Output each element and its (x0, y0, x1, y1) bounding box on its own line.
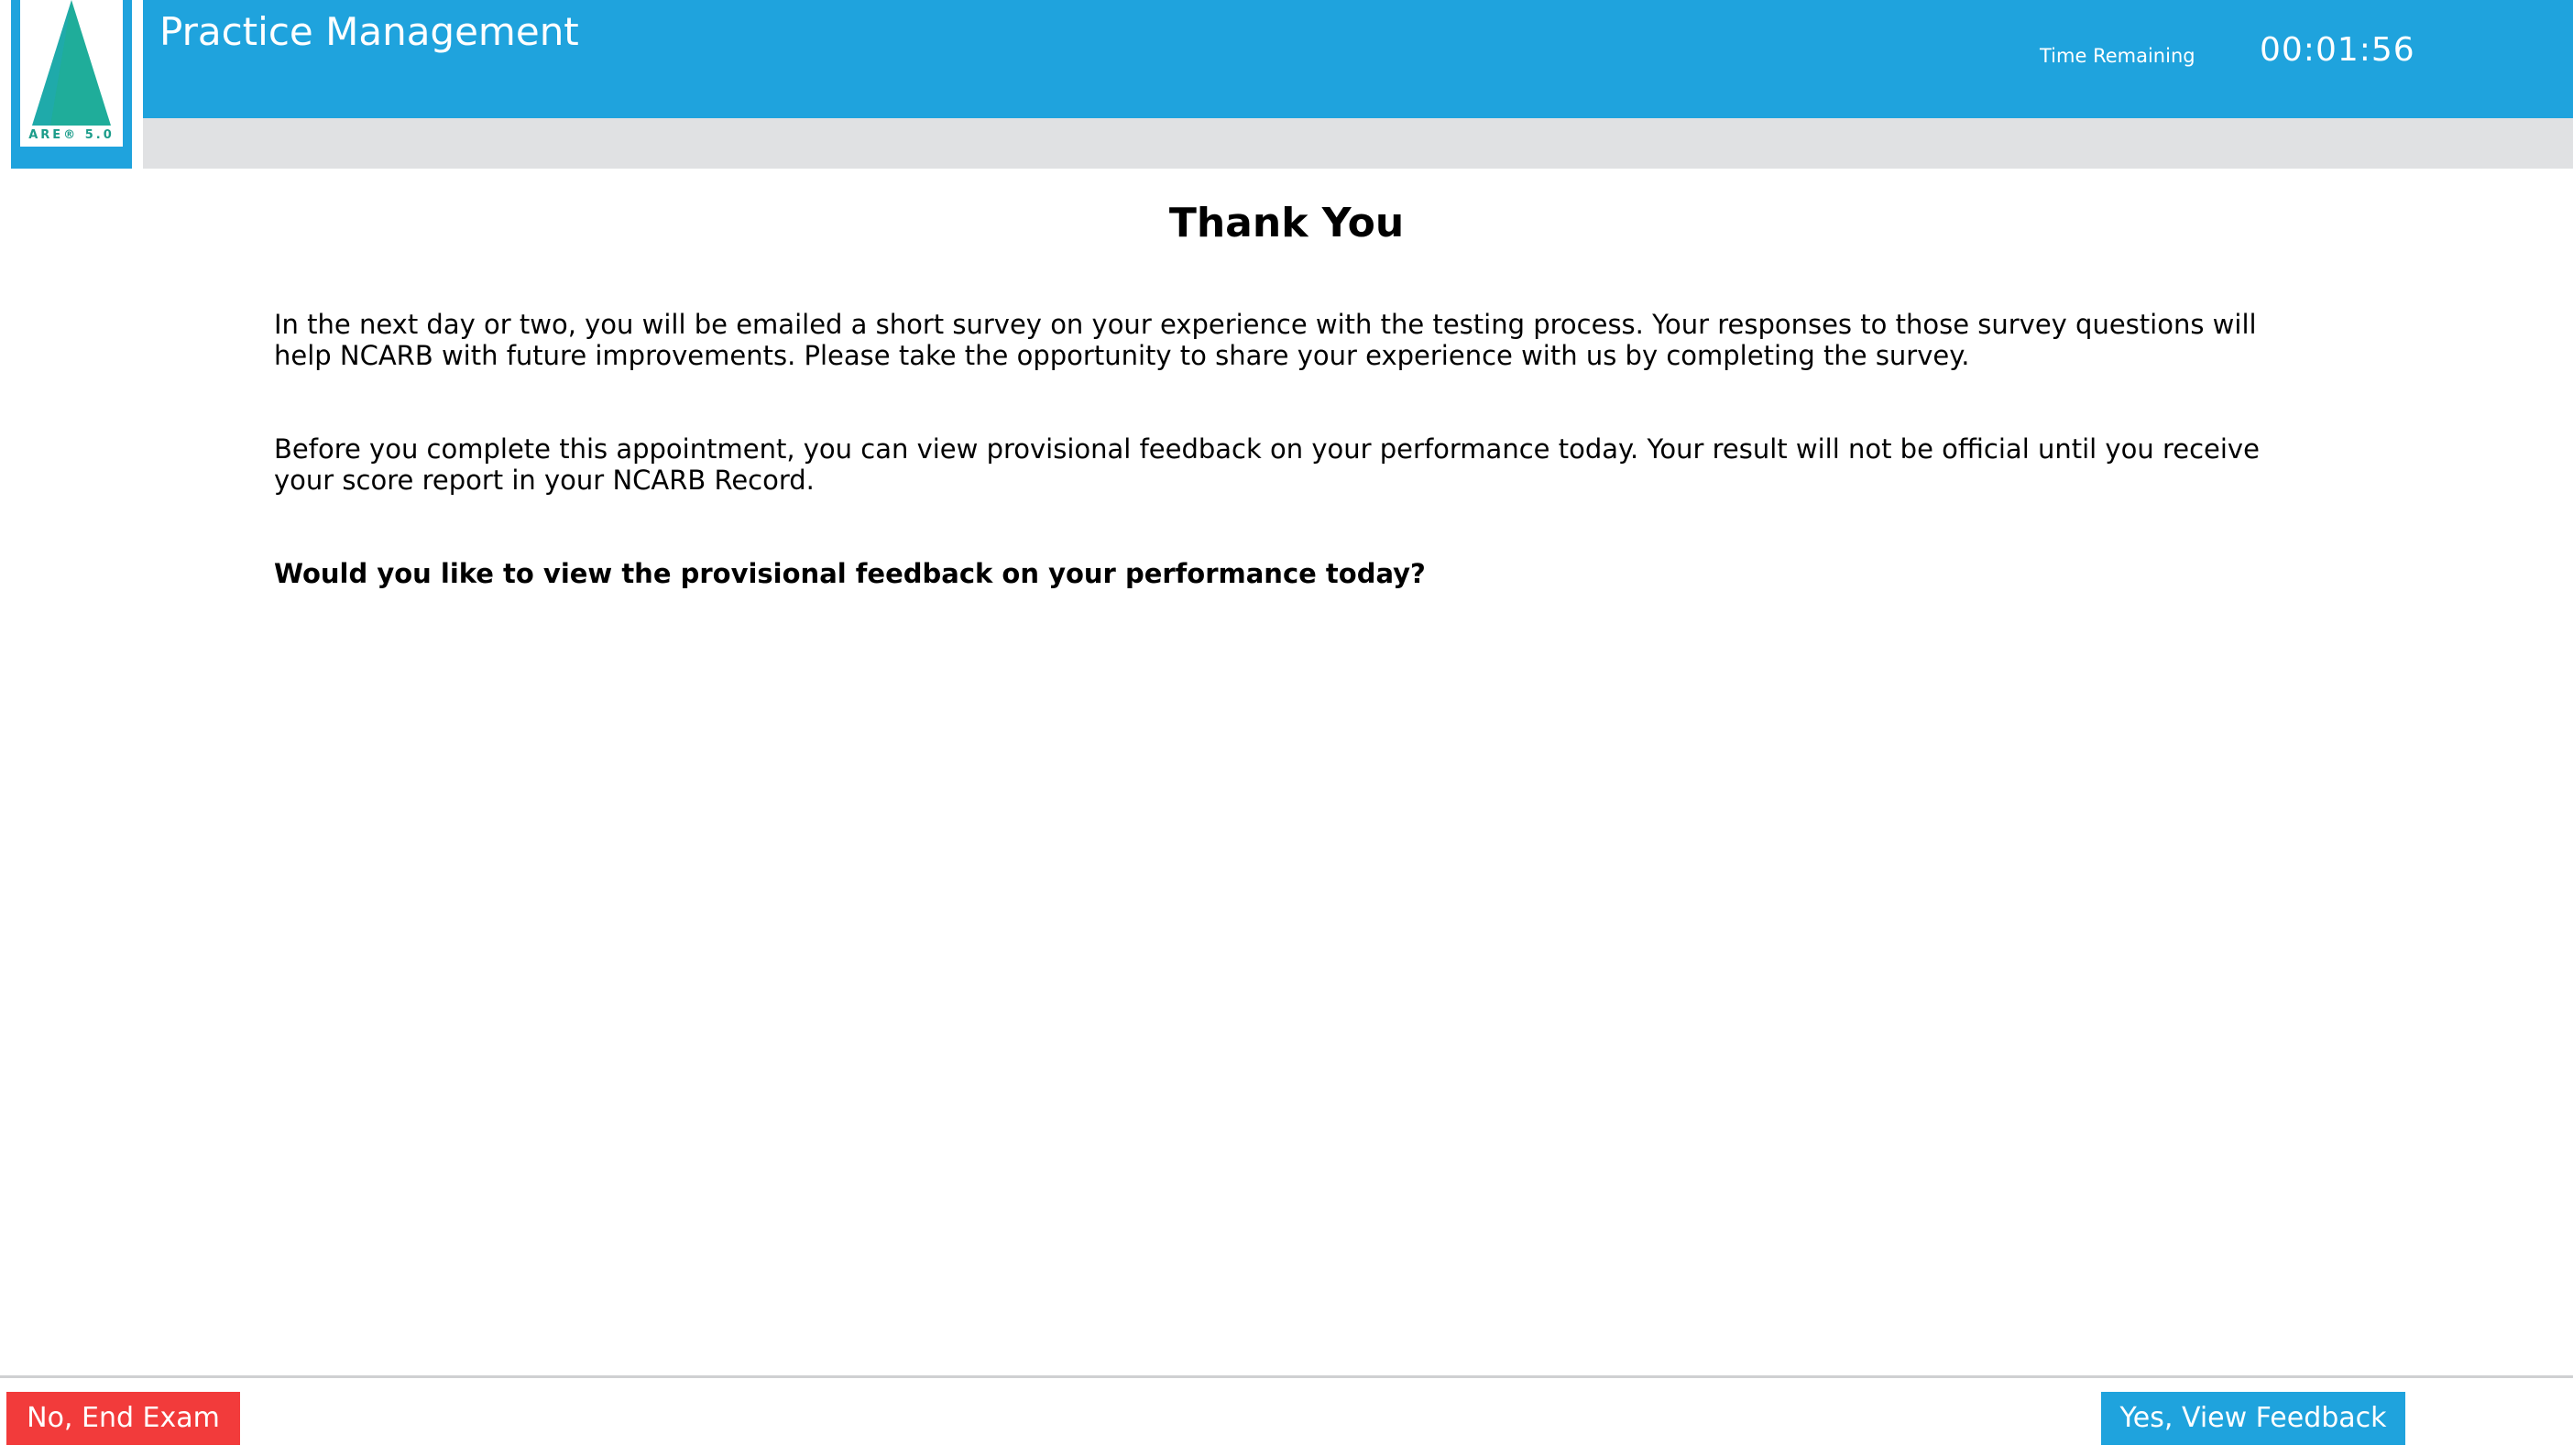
header-subbar (0, 118, 2573, 169)
time-remaining-label: Time Remaining (2040, 45, 2195, 67)
are-triangle-logo-icon (11, 0, 132, 169)
view-feedback-button[interactable]: Yes, View Feedback (2101, 1392, 2405, 1445)
survey-paragraph: In the next day or two, you will be emai… (274, 309, 2257, 371)
feedback-question: Would you like to view the provisional f… (274, 558, 1426, 589)
feedback-paragraph: Before you complete this appointment, yo… (274, 433, 2260, 496)
message-body: In the next day or two, you will be emai… (274, 309, 2317, 651)
end-exam-button[interactable]: No, End Exam (6, 1392, 240, 1445)
are-logo: ARE® 5.0 (0, 0, 143, 169)
page-title: Thank You (1168, 200, 1405, 246)
time-remaining-value: 00:01:56 (2260, 31, 2415, 69)
exam-window: Practice Management Time Remaining 00:01… (0, 0, 2573, 1456)
header-bar: Practice Management Time Remaining 00:01… (0, 0, 2573, 118)
logo-text: ARE® 5.0 (28, 128, 115, 142)
exam-title: Practice Management (159, 9, 579, 54)
footer-divider (0, 1375, 2573, 1378)
